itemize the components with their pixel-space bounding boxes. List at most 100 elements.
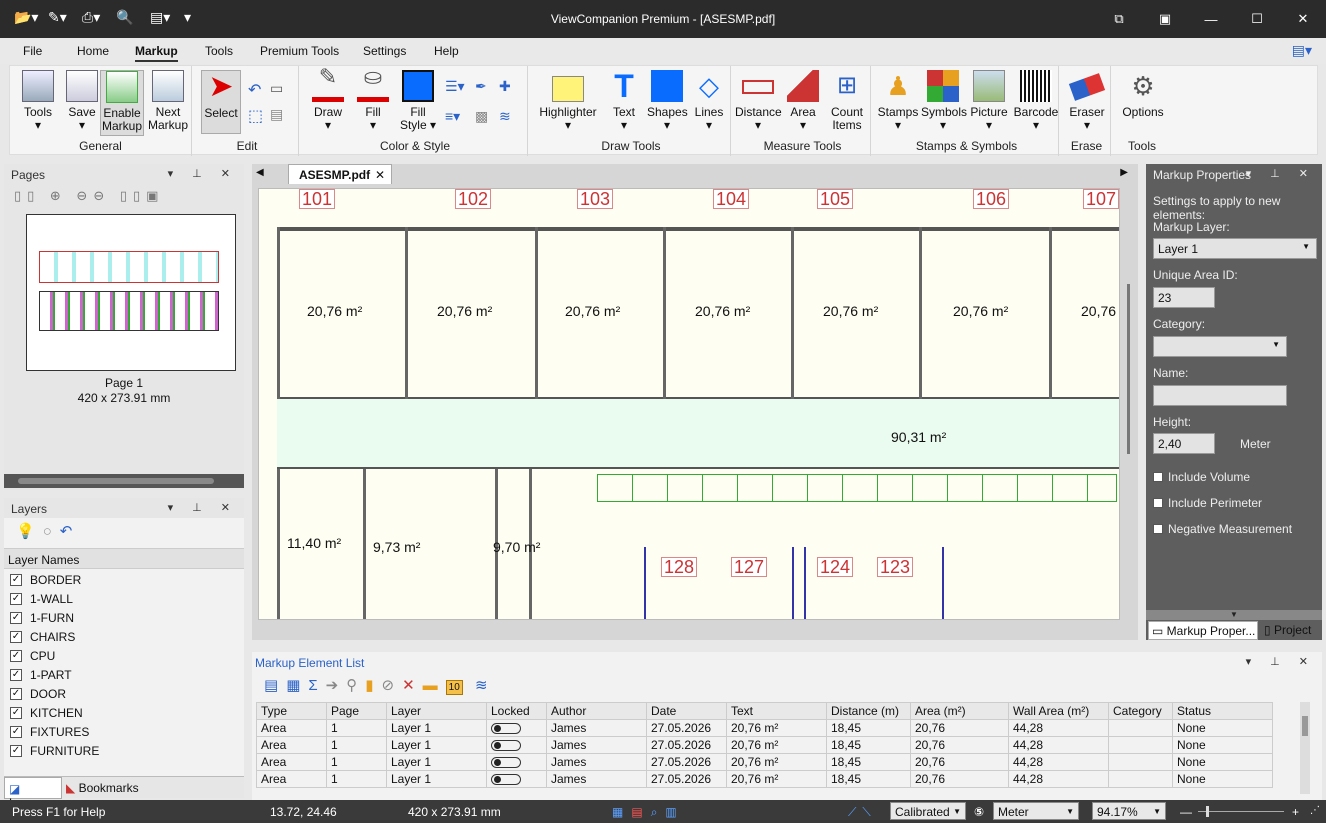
panel-controls[interactable]: ▾ ⊥ ✕: [1246, 167, 1316, 180]
minimize-button[interactable]: —: [1188, 0, 1234, 38]
fill-style-button[interactable]: Fill Style ▾: [398, 70, 438, 132]
layer-row[interactable]: ✓ 1-WALL: [4, 589, 244, 608]
save-button[interactable]: Save ▾: [62, 70, 102, 132]
layer-checkbox[interactable]: ✓: [10, 687, 22, 700]
scroll-right-icon[interactable]: ▶: [1120, 167, 1128, 178]
scroll-left-icon[interactable]: ◀: [256, 167, 264, 178]
undo-icon[interactable]: ↶: [248, 80, 261, 100]
calibration-select[interactable]: Calibrated ▼: [890, 802, 966, 820]
eyedropper-icon[interactable]: ✒: [475, 78, 487, 95]
layer-row[interactable]: ✓ CHAIRS: [4, 627, 244, 646]
close-button[interactable]: ✕: [1280, 0, 1326, 38]
column-header[interactable]: Date: [646, 702, 727, 720]
lightbulb-on-icon[interactable]: 💡: [16, 523, 43, 540]
panel-controls[interactable]: ▾ ⊥ ✕: [1246, 655, 1316, 668]
column-header[interactable]: Wall Area (m²): [1008, 702, 1109, 720]
zoom-in-button[interactable]: +: [1292, 805, 1299, 819]
layer-checkbox[interactable]: ✓: [10, 573, 22, 586]
markup-layer-select[interactable]: Layer 1 ▼: [1153, 238, 1317, 259]
options-button[interactable]: ⚙ Options: [1119, 70, 1167, 119]
locked-toggle[interactable]: [491, 774, 521, 786]
resize-grip-icon[interactable]: ⋰: [1310, 805, 1320, 816]
layer-row[interactable]: ✓ KITCHEN: [4, 703, 244, 722]
area-measurement-label[interactable]: 20,76 m²: [823, 303, 878, 319]
table-row[interactable]: Area 1 Layer 1 James 27.05.2026 20,76 m² 18,45…: [256, 753, 1273, 771]
category-select[interactable]: ▼: [1153, 336, 1287, 357]
wrench-icon[interactable]: ⚲: [346, 677, 365, 694]
picture-button[interactable]: Picture ▾: [967, 70, 1011, 132]
area-measurement-label[interactable]: 9,70 m²: [493, 539, 540, 555]
menu-settings[interactable]: Settings: [363, 44, 406, 58]
layer-row[interactable]: ✓ DOOR: [4, 684, 244, 703]
name-input[interactable]: [1153, 385, 1287, 406]
pages-toolbar[interactable]: ▯▯ ⊕ ⊖⊖ ▯▯▣: [14, 188, 164, 204]
column-header[interactable]: Area (m²): [910, 702, 1009, 720]
scroll-down-icon[interactable]: ▼: [1146, 610, 1322, 620]
tab-layers[interactable]: ◪ Layers: [4, 777, 62, 810]
zoom-select[interactable]: 94.17% ▼: [1092, 802, 1166, 820]
tools-button[interactable]: Tools ▾: [18, 70, 58, 132]
sum-icon[interactable]: Σ: [308, 677, 325, 694]
enable-markup-button[interactable]: Enable Markup: [100, 70, 144, 136]
column-header[interactable]: Type: [256, 702, 327, 720]
column-header[interactable]: Page: [326, 702, 387, 720]
export-excel-icon[interactable]: ▦: [286, 677, 308, 694]
line-style-icon[interactable]: ☰▾: [445, 78, 465, 95]
room-number-tag[interactable]: 105: [817, 189, 854, 209]
room-number-tag[interactable]: 104: [713, 189, 750, 209]
layer-row[interactable]: ✓ FIXTURES: [4, 722, 244, 741]
symbols-button[interactable]: Symbols ▾: [921, 70, 967, 132]
column-header[interactable]: Text: [726, 702, 827, 720]
area-measurement-label[interactable]: 20,76 m²: [307, 303, 362, 319]
table-scrollbar[interactable]: [1300, 702, 1310, 794]
room-number-tag[interactable]: 107: [1083, 189, 1119, 209]
menu-file[interactable]: File: [23, 44, 42, 58]
hide-icon[interactable]: ⊘: [382, 677, 403, 694]
include-volume-checkbox[interactable]: Include Volume: [1153, 470, 1250, 484]
add-style-icon[interactable]: ✚: [499, 78, 511, 95]
room-number-tag[interactable]: 102: [455, 189, 492, 209]
table-row[interactable]: Area 1 Layer 1 James 27.05.2026 20,76 m² 18,45…: [256, 719, 1273, 737]
vertical-scrollbar[interactable]: [1127, 284, 1130, 454]
layer-checkbox[interactable]: ✓: [10, 649, 22, 662]
layer-checkbox[interactable]: ✓: [10, 668, 22, 681]
locked-toggle[interactable]: [491, 723, 521, 735]
highlighter-button[interactable]: Highlighter ▾: [536, 70, 600, 132]
tab-project[interactable]: ▯ Project: [1264, 623, 1311, 637]
area-measurement-label[interactable]: 11,40 m²: [287, 535, 341, 551]
table-row[interactable]: Area 1 Layer 1 James 27.05.2026 20,76 m² 18,45…: [256, 770, 1273, 788]
column-header[interactable]: Distance (m): [826, 702, 911, 720]
room-number-tag[interactable]: 103: [577, 189, 614, 209]
shapes-button[interactable]: Shapes ▾: [647, 70, 688, 132]
count-items-button[interactable]: ⊞ Count Items: [825, 70, 869, 132]
area-measurement-label[interactable]: 20,76 m²: [953, 303, 1008, 319]
fill-color-button[interactable]: ⛀ Fill ▾: [353, 66, 393, 132]
layout-icon[interactable]: ▤▾: [1292, 42, 1312, 59]
delete-icon[interactable]: ✕: [402, 677, 423, 694]
distance-button[interactable]: Distance ▾: [735, 70, 782, 132]
layer-checkbox[interactable]: ✓: [10, 725, 22, 738]
list-props-icon[interactable]: ▤: [264, 677, 286, 694]
snap-icons[interactable]: ⟋⟍: [848, 805, 877, 820]
menu-home[interactable]: Home: [77, 44, 109, 58]
menu-markup[interactable]: Markup: [135, 44, 178, 62]
layer-checkbox[interactable]: ✓: [10, 744, 22, 757]
area-measurement-label[interactable]: 20,76 m²: [695, 303, 750, 319]
height-input[interactable]: 2,40: [1153, 433, 1215, 454]
draw-color-button[interactable]: ✎ Draw ▾: [308, 66, 348, 132]
tab-bookmarks[interactable]: ◣ Bookmarks: [66, 781, 139, 795]
column-header[interactable]: Category: [1108, 702, 1173, 720]
unit-select[interactable]: Meter ▼: [993, 802, 1079, 820]
menu-help[interactable]: Help: [434, 44, 459, 58]
layer-row[interactable]: ✓ FURNITURE: [4, 741, 244, 760]
window-list-icon[interactable]: ▣: [1142, 0, 1188, 38]
layer-checkbox[interactable]: ✓: [10, 592, 22, 605]
select-button[interactable]: ➤ Select: [201, 70, 241, 134]
area-measurement-label[interactable]: 20,76: [1081, 303, 1116, 319]
status-tools[interactable]: ▦▤⌕▥: [612, 805, 685, 820]
column-header[interactable]: Layer: [386, 702, 487, 720]
layer-row[interactable]: ✓ 1-PART: [4, 665, 244, 684]
area-button[interactable]: Area ▾: [783, 70, 823, 132]
layer-checkbox[interactable]: ✓: [10, 706, 22, 719]
count-badge[interactable]: 10: [445, 680, 463, 695]
